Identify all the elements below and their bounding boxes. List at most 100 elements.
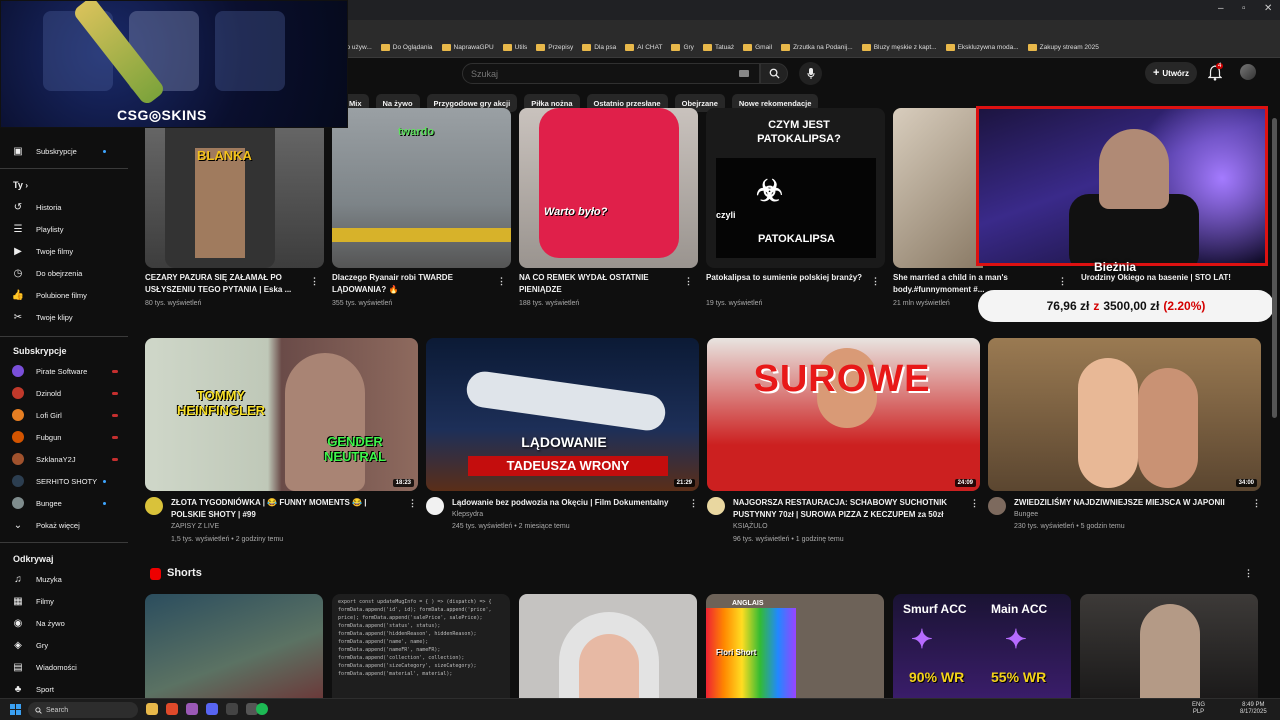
app-icon[interactable]	[226, 703, 238, 715]
channel-avatar[interactable]	[707, 497, 725, 515]
more-options-icon[interactable]: ⋮	[689, 498, 698, 509]
sidebar-item-channel[interactable]: Dzinold	[12, 386, 122, 400]
account-avatar[interactable]	[1240, 64, 1256, 80]
video-title[interactable]: CEZARY PAZURA SIĘ ZAŁAMAŁ PO USŁYSZENIU …	[145, 272, 305, 296]
video-title[interactable]: Patokalipsa to sumienie polskiej branży?	[706, 272, 866, 296]
channel-avatar[interactable]	[145, 497, 163, 515]
maximize-icon[interactable]: ▫	[1242, 3, 1246, 14]
playlist-icon: ☰	[13, 223, 23, 235]
short-thumbnail[interactable]	[1080, 594, 1258, 698]
video-thumbnail[interactable]: twardo	[332, 108, 511, 268]
close-icon[interactable]: ✕	[1264, 3, 1272, 14]
bookmark-item[interactable]: Przepisy	[536, 44, 573, 51]
sidebar-item-explore[interactable]: ▤ Wiadomości	[12, 660, 122, 674]
sidebar-item-channel[interactable]: Pirate Software	[12, 364, 122, 378]
more-options-icon[interactable]: ⋮	[1252, 498, 1261, 509]
sidebar-item-channel[interactable]: Fubgun	[12, 430, 122, 444]
channel-name[interactable]: Bungee	[1014, 509, 1038, 521]
keyboard-icon[interactable]	[739, 70, 749, 77]
language-indicator[interactable]: ENG PLP	[1192, 702, 1205, 716]
bookmark-item[interactable]: Gmail	[743, 44, 772, 51]
sidebar-item-explore[interactable]: ▦ Filmy	[12, 594, 122, 608]
sidebar-item-you[interactable]: ☰ Playlisty	[12, 222, 122, 236]
sidebar-item-explore[interactable]: ♣ Sport	[12, 682, 122, 696]
short-thumbnail[interactable]: export const updateMugInfo = { ) => (dis…	[332, 594, 510, 698]
search-input[interactable]	[471, 67, 731, 81]
video-title[interactable]: ZŁOTA TYGODNIÓWKA | 😂 FUNNY MOMENTS 😂 | …	[171, 497, 396, 521]
sidebar-item-explore[interactable]: ◉ Na żywo	[12, 616, 122, 630]
more-options-icon[interactable]: ⋮	[408, 498, 417, 509]
bookmark-item[interactable]: NaprawaGPU	[441, 44, 494, 51]
voice-search-button[interactable]	[799, 62, 822, 85]
bookmark-item[interactable]: AI CHAT	[625, 44, 662, 51]
bookmark-item[interactable]: Zakupy stream 2025	[1027, 44, 1099, 51]
more-options-icon[interactable]: ⋮	[871, 276, 880, 287]
video-title[interactable]: Lądowanie bez podwozia na Okęciu | Film …	[452, 497, 682, 509]
minimize-icon[interactable]: –	[1218, 3, 1224, 14]
video-thumbnail[interactable]: LĄDOWANIE TADEUSZA WRONY 21:29	[426, 338, 699, 491]
clock[interactable]: 8:49 PM 8/17/2025	[1240, 702, 1267, 716]
sidebar-item-you[interactable]: ◷ Do obejrzenia	[12, 266, 122, 280]
channel-name[interactable]: Klepsydra	[452, 509, 483, 521]
bookmark-item[interactable]: Zrzutka na Podanij...	[781, 44, 853, 51]
sidebar-item-channel[interactable]: Lofi Girl	[12, 408, 122, 422]
sidebar-item-subscriptions[interactable]: ▣ Subskrypcje	[12, 144, 122, 158]
bookmark-item[interactable]: Tatuaż	[702, 44, 734, 51]
app-icon[interactable]	[186, 703, 198, 715]
more-options-icon[interactable]: ⋮	[1058, 276, 1067, 287]
more-options-icon[interactable]: ⋮	[1244, 568, 1253, 579]
video-thumbnail[interactable]: BLANKA	[145, 108, 324, 268]
sidebar-item-channel[interactable]: SzklanaY2J	[12, 452, 122, 466]
new-content-dot	[103, 479, 106, 483]
sidebar-item-explore[interactable]: ◈ Gry	[12, 638, 122, 652]
video-thumbnail[interactable]	[893, 108, 983, 268]
sidebar-item-explore[interactable]: ♫ Muzyka	[12, 572, 122, 586]
video-thumbnail[interactable]: SUROWE 24:09	[707, 338, 980, 491]
create-button[interactable]: + Utwórz	[1145, 62, 1197, 84]
channel-avatar[interactable]	[426, 497, 444, 515]
bookmark-item[interactable]: Utils	[502, 44, 527, 51]
video-title[interactable]: Dlaczego Ryanair robi TWARDE LĄDOWANIA? …	[332, 272, 492, 296]
bookmark-item[interactable]: Gry	[671, 44, 694, 51]
more-options-icon[interactable]: ⋮	[684, 276, 693, 287]
video-title[interactable]: NAJGORSZA RESTAURACJA: SCHABOWY SUCHOTNI…	[733, 497, 963, 521]
taskbar-search[interactable]: Search	[28, 702, 138, 718]
search-button[interactable]	[760, 63, 788, 84]
sidebar-item-you[interactable]: ↺ Historia	[12, 200, 122, 214]
sidebar-item-you[interactable]: ▶ Twoje filmy	[12, 244, 122, 258]
sidebar-you-header[interactable]: Ty ›	[13, 180, 28, 190]
sidebar-item-channel[interactable]: SERHITO SHOTY	[12, 474, 122, 488]
bookmark-item[interactable]: Ekskluzywna moda...	[945, 44, 1019, 51]
search-icon	[769, 68, 780, 79]
brave-browser-icon[interactable]	[166, 703, 178, 715]
video-thumbnail[interactable]: 34:00	[988, 338, 1261, 491]
file-explorer-icon[interactable]	[146, 703, 158, 715]
video-title[interactable]: ZWIEDZILIŚMY NAJDZIWNIEJSZE MIEJSCA W JA…	[1014, 497, 1244, 509]
short-thumbnail[interactable]	[519, 594, 697, 698]
short-thumbnail[interactable]	[145, 594, 323, 698]
bookmark-item[interactable]: Bluzy męskie z kapt...	[861, 44, 937, 51]
more-options-icon[interactable]: ⋮	[310, 276, 319, 287]
sidebar-item-you[interactable]: 👍 Polubione filmy	[12, 288, 122, 302]
video-thumbnail[interactable]: Warto było?	[519, 108, 698, 268]
more-options-icon[interactable]: ⋮	[497, 276, 506, 287]
short-thumbnail[interactable]: ANGLAIS Flori Short	[706, 594, 884, 698]
video-thumbnail[interactable]: CZYM JEST PATOKALIPSA? czyli ☣ PATOKALIP…	[706, 108, 885, 268]
bookmark-item[interactable]: Dla psa	[582, 44, 616, 51]
bookmark-item[interactable]: Do Oglądania	[380, 44, 433, 51]
video-title[interactable]: NA CO REMEK WYDAŁ OSTATNIE PIENIĄDZE	[519, 272, 679, 296]
spotify-icon[interactable]	[256, 703, 268, 715]
video-thumbnail[interactable]: TOMMY HEINFINGLER GENDER NEUTRAL 18:23	[145, 338, 418, 491]
sidebar-item-you[interactable]: ✂ Twoje klipy	[12, 310, 122, 324]
more-options-icon[interactable]: ⋮	[970, 498, 979, 509]
channel-name[interactable]: ZAPISY Z LIVE	[171, 521, 219, 533]
sidebar-item-channel[interactable]: Bungee	[12, 496, 122, 510]
channel-avatar[interactable]	[988, 497, 1006, 515]
windows-start-icon[interactable]	[10, 704, 21, 715]
search-box[interactable]	[462, 63, 760, 84]
show-more-button[interactable]: ⌄ Pokaż więcej	[12, 518, 122, 532]
discord-icon[interactable]	[206, 703, 218, 715]
short-thumbnail[interactable]: Smurf ACC Main ACC ✦ ✦ 90% WR 55% WR	[893, 594, 1071, 698]
page-scrollbar[interactable]	[1272, 118, 1277, 418]
channel-name[interactable]: KSIĄŻULO	[733, 521, 768, 533]
